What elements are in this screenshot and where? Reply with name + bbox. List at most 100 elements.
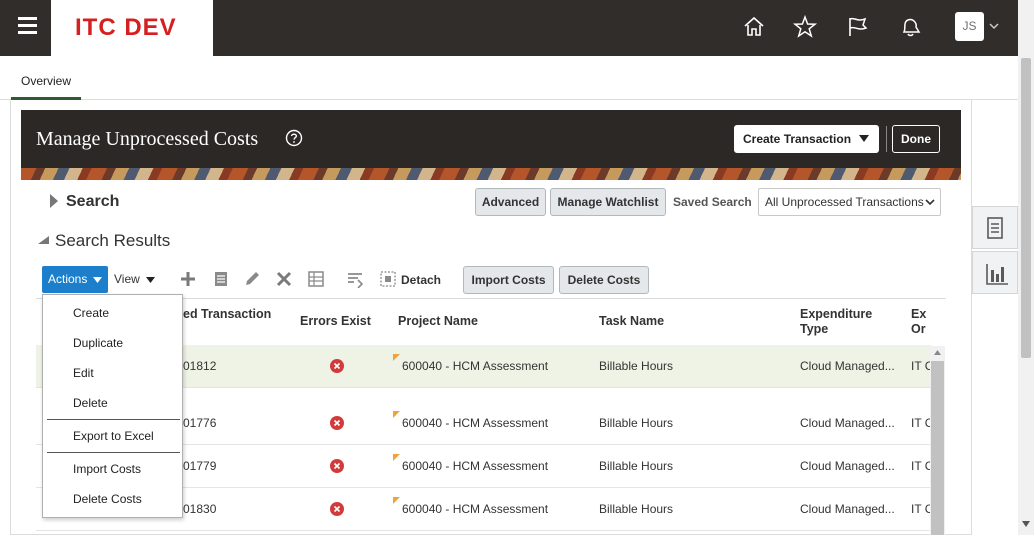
column-header-errors-exist[interactable]: Errors Exist: [300, 314, 371, 329]
view-menu-button[interactable]: View: [114, 266, 160, 293]
menu-item-delete-costs[interactable]: Delete Costs: [43, 485, 182, 513]
menu-item-create[interactable]: Create: [43, 299, 182, 327]
expenditure-cell: Cloud Managed...: [800, 416, 895, 430]
detach-label[interactable]: Detach: [401, 273, 441, 287]
exp-org-header-line2: Or: [911, 322, 926, 336]
saved-search-select[interactable]: All Unprocessed Transactions: [758, 188, 941, 216]
table-scrollbar-thumb[interactable]: [931, 361, 944, 535]
search-results-title: Search Results: [55, 231, 171, 250]
watchlist-flag-icon[interactable]: [845, 14, 871, 40]
project-cell: 600040 - HCM Assessment: [402, 359, 549, 373]
project-cell: 600040 - HCM Assessment: [402, 502, 549, 516]
document-icon: [987, 217, 1003, 239]
global-header: ITC DEV JS: [0, 0, 1034, 56]
error-icon: [330, 502, 344, 516]
manage-watchlist-button[interactable]: Manage Watchlist: [550, 188, 666, 216]
expenditure-cell: Cloud Managed...: [800, 502, 895, 516]
menu-item-duplicate[interactable]: Duplicate: [43, 329, 182, 357]
brand-text: ITC DEV: [75, 14, 177, 41]
divider: [886, 126, 887, 152]
advanced-button[interactable]: Advanced: [475, 188, 546, 216]
caret-down-icon: [93, 277, 102, 283]
tab-overview[interactable]: Overview: [11, 73, 81, 100]
view-label: View: [114, 272, 140, 286]
error-icon: [330, 359, 344, 373]
favorites-star-icon[interactable]: [792, 14, 818, 40]
view-details-icon[interactable]: [212, 270, 230, 288]
saved-search-label: Saved Search: [673, 195, 752, 209]
expenditure-cell: Cloud Managed...: [800, 359, 895, 373]
expenditure-header-line1: Expenditure: [800, 307, 873, 321]
search-section-title[interactable]: Search: [66, 193, 119, 211]
error-icon: [330, 416, 344, 430]
exp-org-header-line1: Ex: [911, 307, 927, 321]
bar-chart-icon: [986, 264, 1008, 285]
change-indicator-icon: [393, 354, 400, 361]
menu-item-delete[interactable]: Delete: [43, 389, 182, 417]
scroll-up-icon[interactable]: [934, 350, 941, 355]
menu-item-export-to-excel[interactable]: Export to Excel: [43, 422, 182, 450]
logo[interactable]: ITC DEV: [51, 0, 213, 56]
chevron-down-icon[interactable]: [988, 20, 1000, 32]
scroll-down-icon[interactable]: [1022, 521, 1030, 527]
column-header-expenditure-type[interactable]: Expenditure Type: [800, 307, 872, 337]
edit-pencil-icon[interactable]: [243, 270, 261, 288]
task-cell: Billable Hours: [599, 416, 674, 430]
notifications-bell-icon[interactable]: [897, 14, 923, 40]
add-icon[interactable]: [179, 270, 197, 288]
table-scrollbar[interactable]: [930, 346, 945, 535]
project-cell: 600040 - HCM Assessment: [402, 459, 549, 473]
menu-item-edit[interactable]: Edit: [43, 359, 182, 387]
transaction-cell: 01776: [183, 416, 217, 430]
actions-menu-button[interactable]: Actions: [42, 266, 108, 293]
home-icon[interactable]: [741, 14, 767, 40]
side-tab-details[interactable]: [972, 206, 1018, 249]
expenditure-cell: Cloud Managed...: [800, 459, 895, 473]
decorative-banner: [21, 168, 961, 180]
chevron-down-icon: [925, 199, 935, 206]
delete-costs-button[interactable]: Delete Costs: [559, 266, 649, 294]
actions-label: Actions: [48, 272, 88, 286]
column-header-expenditure-org[interactable]: Ex Or: [911, 307, 926, 337]
change-indicator-icon: [393, 411, 400, 418]
detach-icon[interactable]: [379, 270, 397, 288]
freeze-columns-icon[interactable]: [307, 270, 325, 288]
page-scrollbar-thumb[interactable]: [1021, 58, 1031, 358]
menu-separator: [47, 452, 180, 453]
saved-search-value: All Unprocessed Transactions: [765, 195, 924, 209]
expenditure-header-line2: Type: [800, 322, 829, 336]
expand-triangle-icon[interactable]: [50, 194, 58, 208]
task-cell: Billable Hours: [599, 502, 674, 516]
page-scrollbar[interactable]: [1018, 0, 1034, 535]
create-transaction-button[interactable]: Create Transaction: [734, 125, 879, 153]
import-costs-button[interactable]: Import Costs: [463, 266, 554, 294]
collapse-triangle-icon[interactable]: [38, 236, 49, 244]
project-cell: 600040 - HCM Assessment: [402, 416, 549, 430]
change-indicator-icon: [393, 497, 400, 504]
navigator-menu-icon[interactable]: [14, 17, 40, 39]
task-cell: Billable Hours: [599, 459, 674, 473]
task-cell: Billable Hours: [599, 359, 674, 373]
change-indicator-icon: [393, 454, 400, 461]
caret-down-icon: [146, 277, 155, 283]
page-header: Manage Unprocessed Costs Create Transact…: [21, 110, 961, 168]
menu-separator: [47, 419, 180, 420]
page-title: Manage Unprocessed Costs: [36, 128, 259, 150]
create-transaction-label: Create Transaction: [743, 132, 852, 146]
actions-dropdown-menu: Create Duplicate Edit Delete Export to E…: [42, 294, 183, 518]
tab-bar: Overview: [0, 56, 1018, 100]
help-icon[interactable]: [285, 129, 303, 147]
done-button[interactable]: Done: [892, 125, 940, 153]
error-icon: [330, 459, 344, 473]
column-header-project-name[interactable]: Project Name: [398, 314, 478, 329]
user-avatar[interactable]: JS: [955, 12, 984, 41]
wrap-icon[interactable]: [346, 270, 364, 288]
column-header-transaction[interactable]: ed Transaction: [183, 307, 271, 322]
menu-item-import-costs[interactable]: Import Costs: [43, 455, 182, 483]
transaction-cell: 01812: [183, 359, 217, 373]
transaction-cell: 01779: [183, 459, 217, 473]
side-tab-analytics[interactable]: [972, 251, 1018, 294]
delete-x-icon[interactable]: [275, 270, 293, 288]
transaction-cell: 01830: [183, 502, 217, 516]
column-header-task-name[interactable]: Task Name: [599, 314, 664, 329]
